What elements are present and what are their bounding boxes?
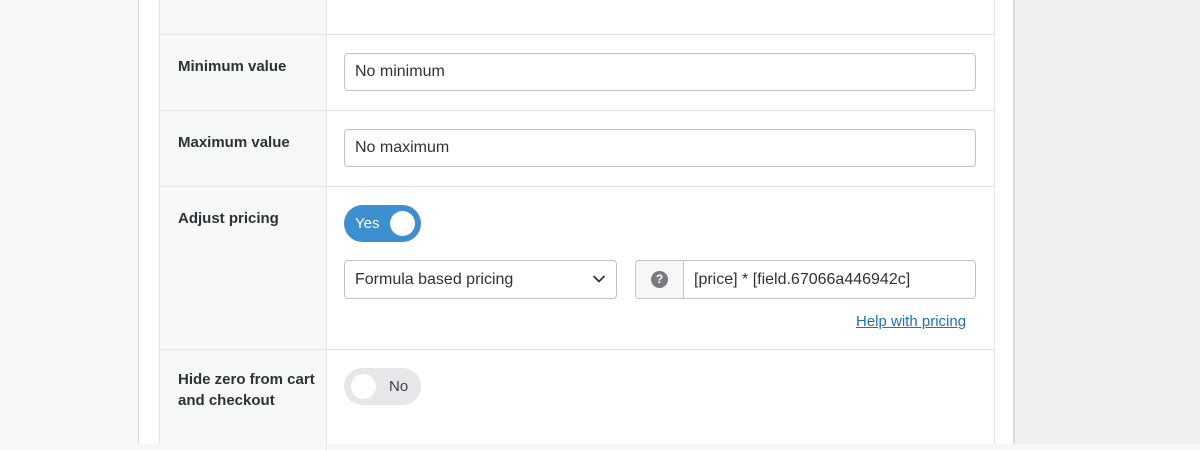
adjust-pricing-toggle[interactable]: Yes: [344, 205, 421, 242]
chevron-down-icon: [593, 275, 605, 283]
label-cell: [160, 0, 327, 34]
formula-input-group: ? [price] * [field.67066a446942c]: [635, 260, 976, 299]
toggle-label: No: [389, 378, 409, 395]
maximum-value-input[interactable]: No maximum: [344, 129, 976, 167]
settings-panel: Minimum value No minimum Maximum value N…: [138, 0, 1015, 450]
label-cell: Maximum value: [160, 111, 327, 186]
row-hide-zero: Hide zero from cart and checkout No: [160, 350, 994, 450]
label-cell: Minimum value: [160, 35, 327, 110]
row-adjust-pricing: Adjust pricing Yes Formula based pricing…: [160, 187, 994, 350]
settings-table: Minimum value No minimum Maximum value N…: [159, 0, 995, 450]
toggle-label: Yes: [355, 215, 380, 232]
pricing-type-select[interactable]: Formula based pricing: [344, 260, 617, 299]
adjust-pricing-label: Adjust pricing: [178, 210, 279, 227]
hide-zero-label: Hide zero from cart and checkout: [178, 371, 315, 409]
table-row-top-partial: [160, 0, 994, 35]
formula-input[interactable]: [price] * [field.67066a446942c]: [694, 261, 910, 298]
pricing-type-selected: Formula based pricing: [355, 271, 514, 288]
row-minimum-value: Minimum value No minimum: [160, 35, 994, 111]
admin-background-right: [1014, 0, 1200, 444]
label-cell: Adjust pricing: [160, 187, 327, 349]
question-mark-icon: ?: [651, 271, 668, 288]
row-maximum-value: Maximum value No maximum: [160, 111, 994, 187]
hide-zero-toggle[interactable]: No: [344, 368, 421, 405]
minimum-value-label: Minimum value: [178, 58, 287, 75]
toggle-knob: [351, 374, 376, 399]
formula-help-addon[interactable]: ?: [636, 261, 684, 298]
label-cell: Hide zero from cart and checkout: [160, 350, 327, 450]
help-with-pricing-link[interactable]: Help with pricing: [856, 313, 966, 330]
maximum-value-label: Maximum value: [178, 134, 290, 151]
toggle-knob: [390, 211, 415, 236]
minimum-value-input[interactable]: No minimum: [344, 53, 976, 91]
